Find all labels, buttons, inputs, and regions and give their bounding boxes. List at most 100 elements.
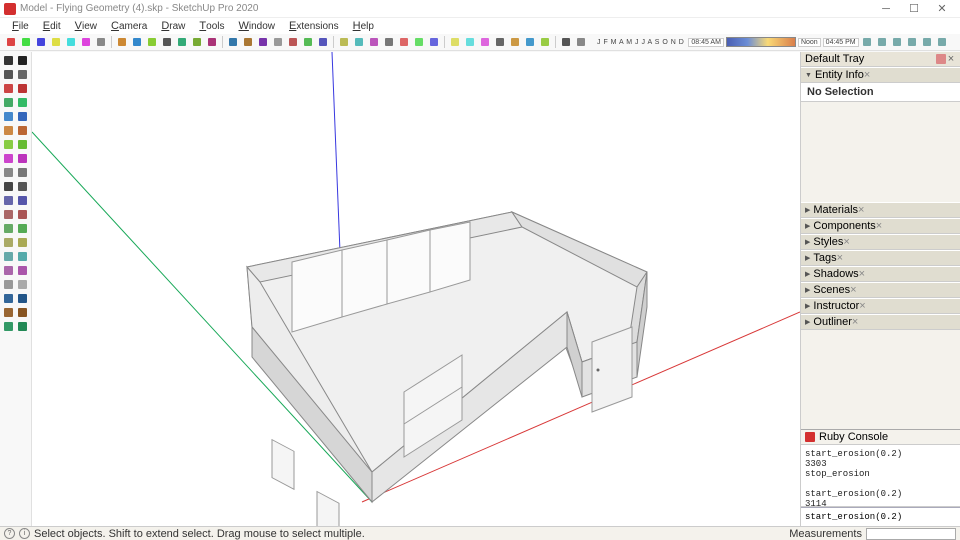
toolbar-button[interactable] — [382, 35, 396, 49]
time-end[interactable]: 04:45 PM — [823, 38, 859, 47]
tool-button[interactable] — [16, 166, 29, 179]
tool-button[interactable] — [16, 180, 29, 193]
tool-button[interactable] — [2, 110, 15, 123]
tool-button[interactable] — [16, 138, 29, 151]
tool-button[interactable] — [16, 152, 29, 165]
tool-button[interactable] — [16, 222, 29, 235]
toolbar-button[interactable] — [538, 35, 552, 49]
tool-button[interactable] — [16, 54, 29, 67]
ruby-console-input[interactable] — [803, 510, 958, 524]
toolbar-button[interactable] — [4, 35, 18, 49]
panel-materials[interactable]: Materials× — [801, 202, 960, 218]
toolbar-button[interactable] — [34, 35, 48, 49]
menu-file[interactable]: File — [6, 19, 35, 33]
toolbar-button[interactable] — [64, 35, 78, 49]
menu-edit[interactable]: Edit — [37, 19, 67, 33]
panel-shadows[interactable]: Shadows× — [801, 266, 960, 282]
tool-button[interactable] — [2, 250, 15, 263]
toolbar-button[interactable] — [241, 35, 255, 49]
tool-button[interactable] — [2, 68, 15, 81]
tool-button[interactable] — [2, 82, 15, 95]
help-icon[interactable]: ? — [4, 528, 15, 539]
tool-button[interactable] — [2, 222, 15, 235]
tool-button[interactable] — [2, 264, 15, 277]
toolbar-button[interactable] — [448, 35, 462, 49]
tool-button[interactable] — [16, 208, 29, 221]
ruby-console-title[interactable]: Ruby Console — [801, 430, 960, 445]
toolbar-button[interactable] — [79, 35, 93, 49]
tool-button[interactable] — [2, 180, 15, 193]
toolbar-button[interactable] — [397, 35, 411, 49]
maximize-button[interactable]: ☐ — [900, 1, 928, 17]
toolbar-button[interactable] — [145, 35, 159, 49]
toolbar-button[interactable] — [316, 35, 330, 49]
toolbar-button[interactable] — [115, 35, 129, 49]
tool-button[interactable] — [16, 306, 29, 319]
view-button[interactable] — [890, 35, 904, 49]
panel-components[interactable]: Components× — [801, 218, 960, 234]
menu-extensions[interactable]: Extensions — [283, 19, 345, 33]
tool-button[interactable] — [2, 138, 15, 151]
view-button[interactable] — [935, 35, 949, 49]
tool-button[interactable] — [2, 278, 15, 291]
info-icon[interactable]: i — [19, 528, 30, 539]
close-button[interactable]: ✕ — [928, 1, 956, 17]
menu-camera[interactable]: Camera — [105, 19, 153, 33]
toolbar-button[interactable] — [49, 35, 63, 49]
toolbar-button[interactable] — [256, 35, 270, 49]
toolbar-button[interactable] — [463, 35, 477, 49]
toolbar-button[interactable] — [301, 35, 315, 49]
tool-button[interactable] — [2, 124, 15, 137]
tool-button[interactable] — [16, 110, 29, 123]
menu-window[interactable]: Window — [233, 19, 282, 33]
tool-button[interactable] — [16, 124, 29, 137]
toolbar-button[interactable] — [205, 35, 219, 49]
panel-instructor[interactable]: Instructor× — [801, 298, 960, 314]
toolbar-button[interactable] — [574, 35, 588, 49]
tool-button[interactable] — [2, 166, 15, 179]
menu-tools[interactable]: Tools — [193, 19, 230, 33]
toolbar-button[interactable] — [286, 35, 300, 49]
toolbar-button[interactable] — [271, 35, 285, 49]
sun-gradient[interactable] — [726, 37, 796, 47]
panel-entity-info[interactable]: Entity Info × — [801, 67, 960, 83]
tool-button[interactable] — [16, 236, 29, 249]
toolbar-button[interactable] — [412, 35, 426, 49]
tray-close-icon[interactable]: × — [946, 53, 956, 65]
minimize-button[interactable]: ─ — [872, 1, 900, 17]
toolbar-button[interactable] — [160, 35, 174, 49]
toolbar-button[interactable] — [352, 35, 366, 49]
toolbar-button[interactable] — [523, 35, 537, 49]
panel-scenes[interactable]: Scenes× — [801, 282, 960, 298]
toolbar-button[interactable] — [226, 35, 240, 49]
tool-button[interactable] — [2, 152, 15, 165]
tool-button[interactable] — [16, 292, 29, 305]
tool-button[interactable] — [16, 68, 29, 81]
tool-button[interactable] — [16, 194, 29, 207]
menu-view[interactable]: View — [69, 19, 103, 33]
tray-pin-icon[interactable] — [936, 54, 946, 64]
tool-button[interactable] — [2, 96, 15, 109]
panel-outliner[interactable]: Outliner× — [801, 314, 960, 330]
toolbar-button[interactable] — [508, 35, 522, 49]
viewport-3d[interactable] — [32, 52, 800, 526]
time-start[interactable]: 08:45 AM — [688, 38, 724, 47]
tool-button[interactable] — [2, 54, 15, 67]
tool-button[interactable] — [2, 306, 15, 319]
toolbar-button[interactable] — [94, 35, 108, 49]
tool-button[interactable] — [16, 82, 29, 95]
tool-button[interactable] — [16, 96, 29, 109]
tool-button[interactable] — [2, 320, 15, 333]
toolbar-button[interactable] — [337, 35, 351, 49]
view-button[interactable] — [860, 35, 874, 49]
tool-button[interactable] — [2, 194, 15, 207]
menu-draw[interactable]: Draw — [155, 19, 191, 33]
toolbar-button[interactable] — [19, 35, 33, 49]
panel-tags[interactable]: Tags× — [801, 250, 960, 266]
menu-help[interactable]: Help — [347, 19, 380, 33]
tool-button[interactable] — [16, 320, 29, 333]
tool-button[interactable] — [2, 208, 15, 221]
tool-button[interactable] — [16, 264, 29, 277]
toolbar-button[interactable] — [427, 35, 441, 49]
view-button[interactable] — [920, 35, 934, 49]
